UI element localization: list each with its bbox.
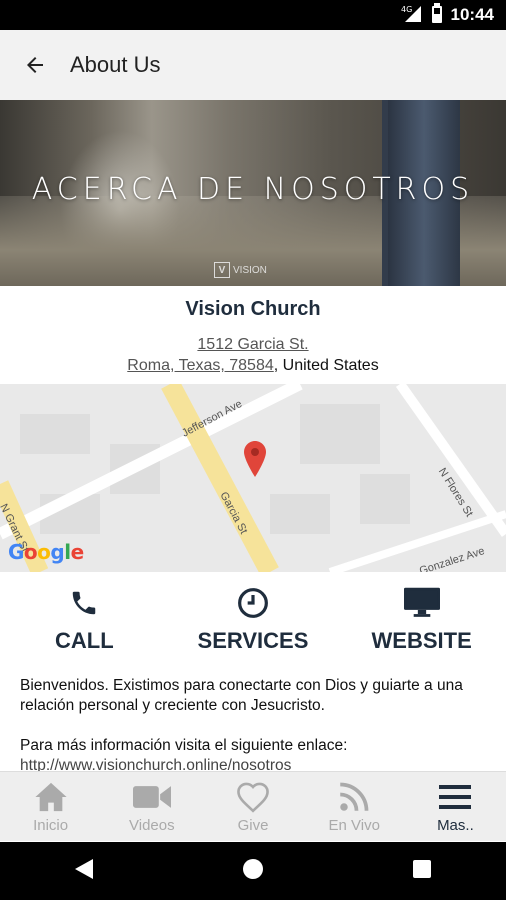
- monitor-icon: [403, 586, 440, 620]
- tab-give[interactable]: Give: [202, 772, 303, 841]
- circle-home-icon: [243, 858, 263, 879]
- svg-text:4G: 4G: [401, 5, 412, 14]
- home-icon: [34, 779, 68, 815]
- back-button[interactable]: [0, 30, 70, 100]
- address-line1-link[interactable]: 1512 Garcia St.: [197, 336, 308, 353]
- square-recents-icon: [413, 859, 431, 878]
- clock-icon: [237, 586, 269, 620]
- tab-label: Mas..: [437, 817, 474, 834]
- triangle-back-icon: [75, 858, 93, 879]
- hero-logo: V VISION: [214, 262, 267, 278]
- hero-title: ACERCA DE NOSOTROS: [31, 172, 475, 207]
- recents-nav-button[interactable]: [411, 858, 433, 885]
- call-label: CALL: [55, 628, 114, 653]
- description-paragraph: Para más información visita el siguiente…: [20, 737, 348, 754]
- church-address: 1512 Garcia St. Roma, Texas, 78584, Unit…: [0, 334, 506, 376]
- website-label: WEBSITE: [371, 628, 472, 653]
- signal-icon: 4G: [401, 4, 423, 27]
- tab-label: Inicio: [33, 817, 69, 834]
- map-pin-icon[interactable]: [244, 441, 266, 482]
- tab-label: Videos: [129, 817, 175, 834]
- phone-icon: [69, 586, 99, 620]
- heart-icon: [235, 779, 271, 815]
- menu-icon: [439, 779, 472, 815]
- tab-label: En Vivo: [328, 817, 380, 834]
- tab-mas[interactable]: Mas..: [405, 772, 506, 841]
- page-title: About Us: [70, 52, 161, 77]
- rss-icon: [339, 779, 369, 815]
- services-button[interactable]: SERVICES: [169, 586, 337, 666]
- tab-label: Give: [237, 817, 269, 834]
- description-paragraph: Bienvenidos. Existimos para conectarte c…: [20, 677, 463, 714]
- action-row: CALL SERVICES WEBSITE: [0, 586, 506, 666]
- system-nav-bar: [0, 842, 506, 900]
- services-label: SERVICES: [197, 628, 309, 653]
- hero-logo-text: VISION: [233, 264, 267, 276]
- clock-time: 10:44: [450, 5, 494, 24]
- tab-videos[interactable]: Videos: [101, 772, 202, 841]
- address-country: , United States: [273, 357, 379, 374]
- home-nav-button[interactable]: [241, 857, 265, 886]
- call-button[interactable]: CALL: [0, 586, 168, 666]
- arrow-left-icon: [27, 57, 43, 73]
- status-bar: 4G 10:44: [0, 0, 506, 30]
- google-logo: Google: [8, 540, 84, 564]
- tab-inicio[interactable]: Inicio: [0, 772, 101, 841]
- back-nav-button[interactable]: [73, 857, 95, 886]
- address-line2-link[interactable]: Roma, Texas, 78584: [127, 357, 273, 374]
- video-camera-icon: [132, 779, 171, 815]
- app-bar: About Us: [0, 30, 506, 100]
- website-button[interactable]: WEBSITE: [338, 586, 506, 666]
- vision-logo-icon: V: [214, 262, 230, 278]
- church-name: Vision Church: [185, 298, 321, 320]
- tab-en-vivo[interactable]: En Vivo: [304, 772, 405, 841]
- about-description: Bienvenidos. Existimos para conectarte c…: [20, 676, 488, 776]
- battery-icon: [431, 2, 443, 28]
- bottom-tab-bar: Inicio Videos Give En Vivo Mas..: [0, 771, 506, 841]
